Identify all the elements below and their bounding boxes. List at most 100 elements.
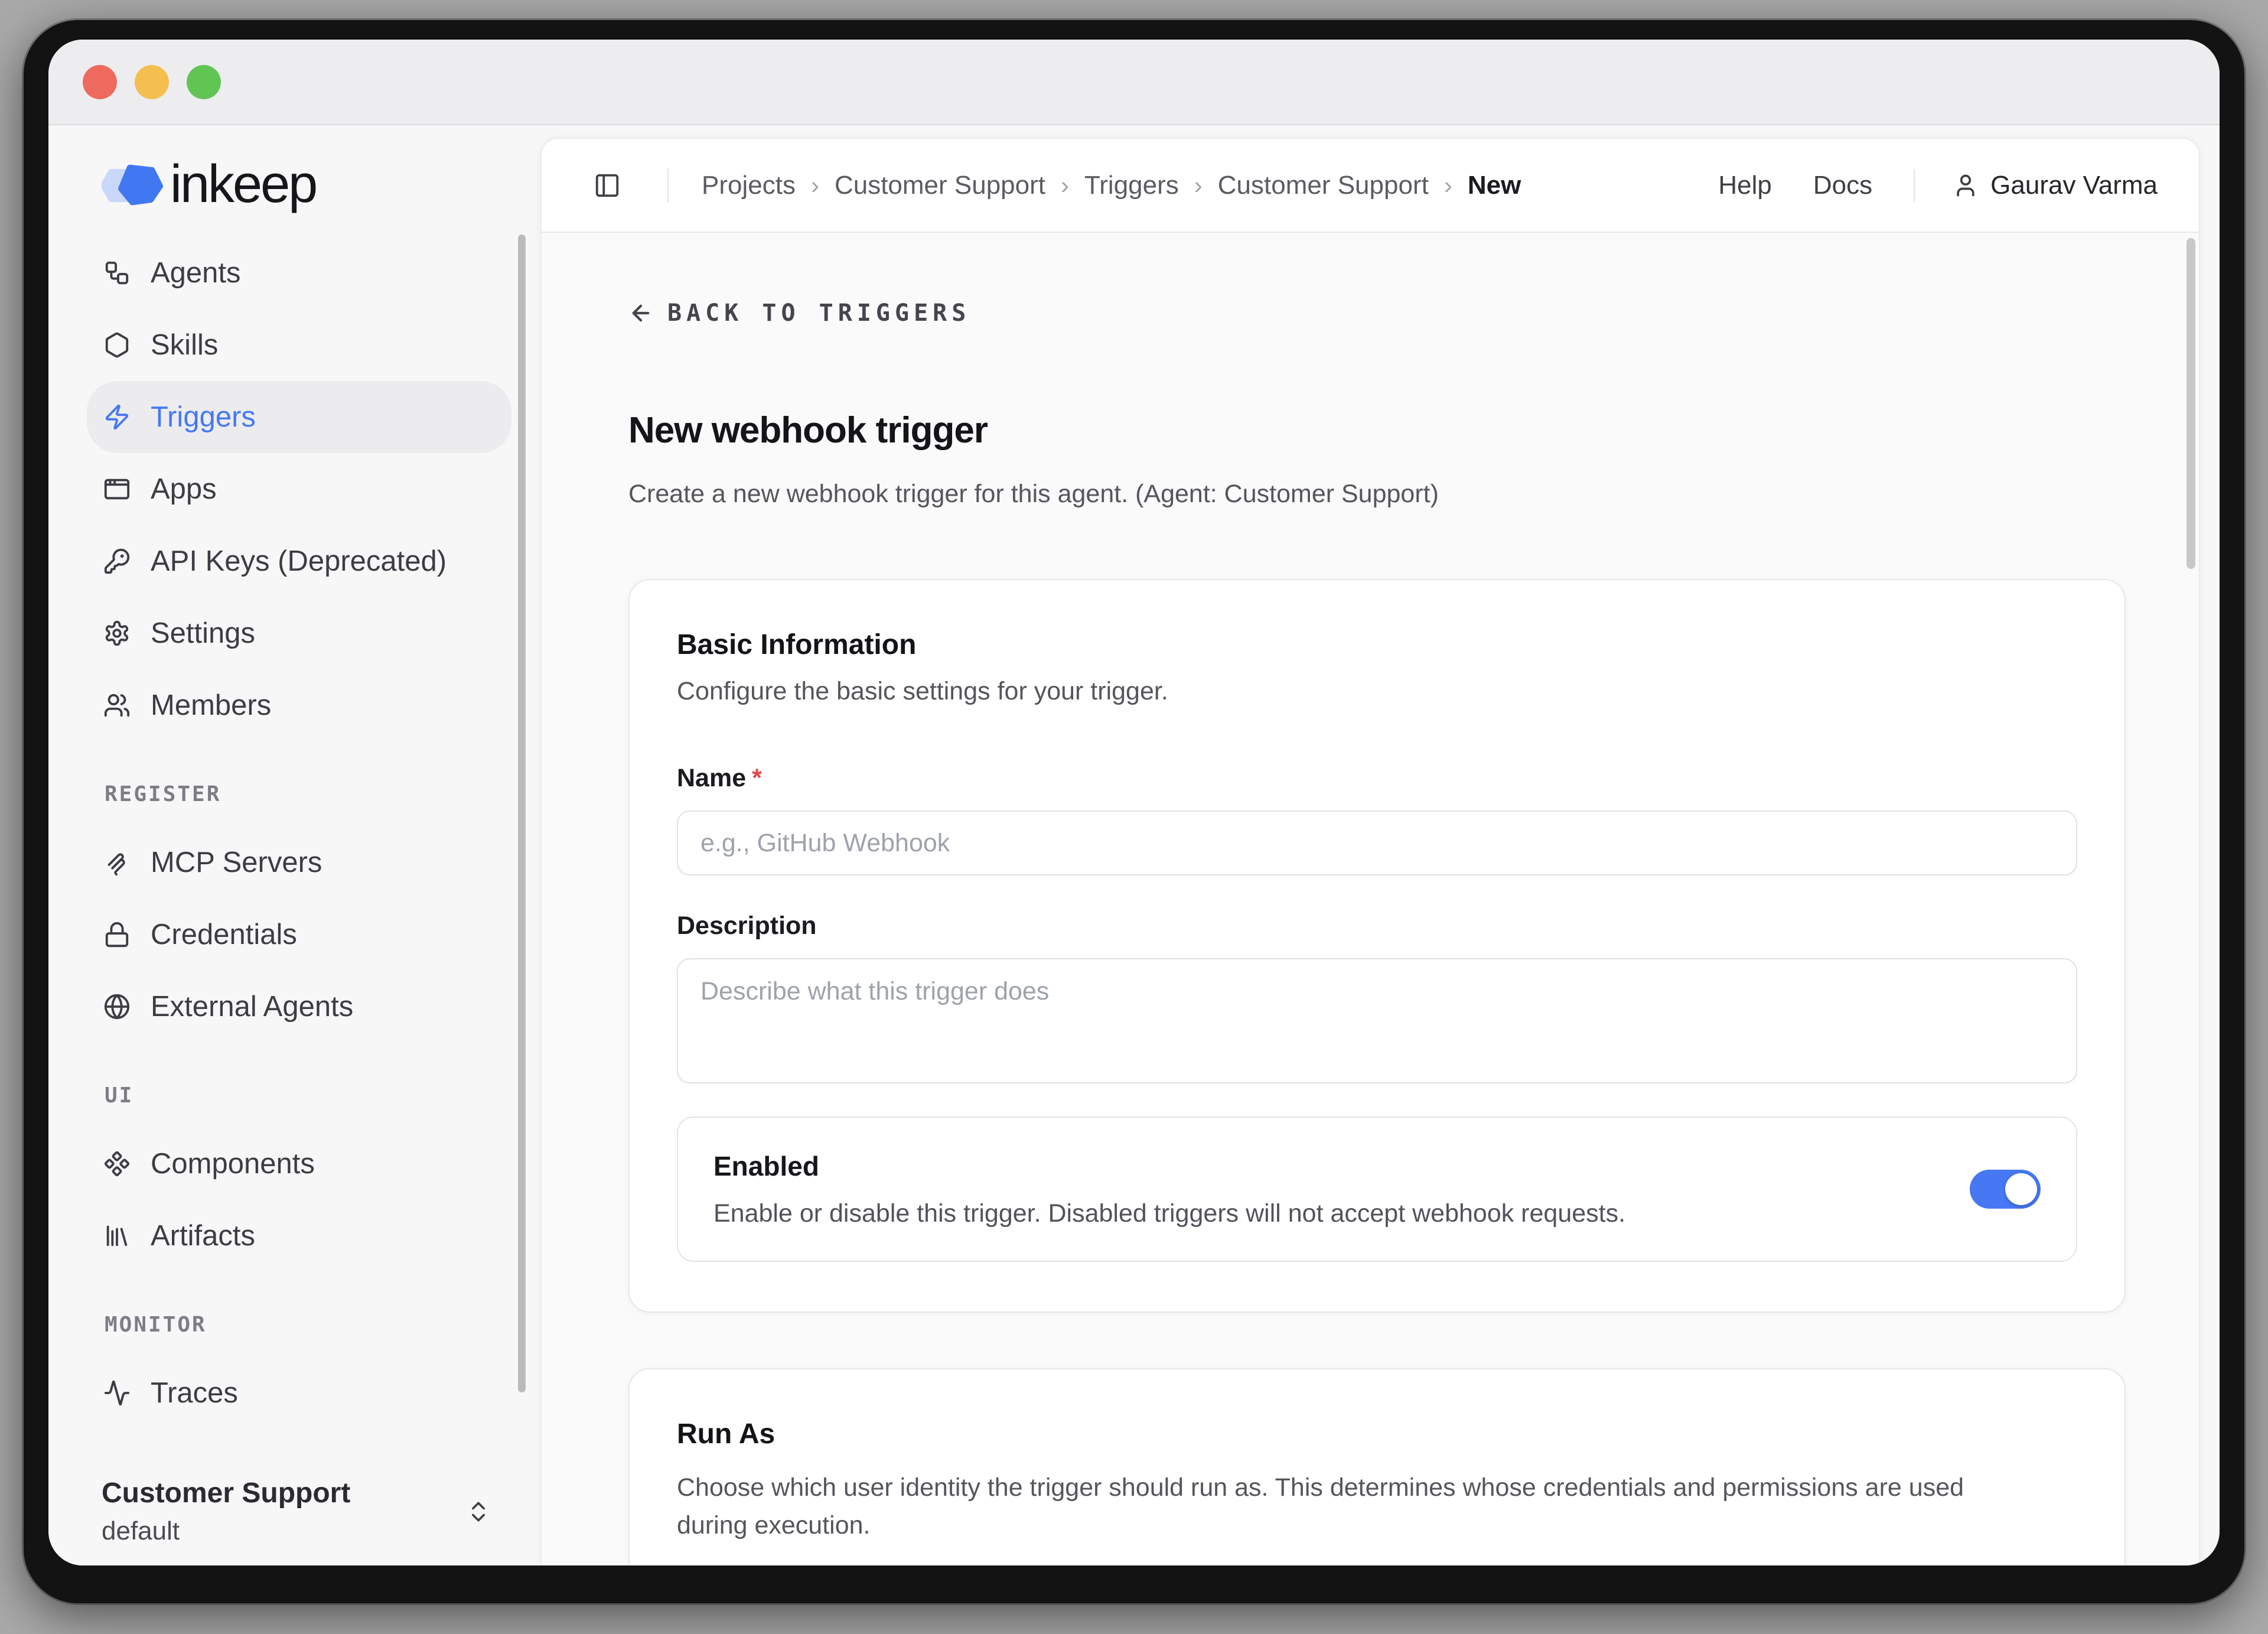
basic-information-card: Basic Information Configure the basic se…: [628, 579, 2126, 1313]
user-name: Gaurav Varma: [1990, 171, 2158, 200]
inkeep-logo[interactable]: inkeep: [102, 162, 316, 207]
sidebar-item-artifacts[interactable]: Artifacts: [87, 1200, 511, 1272]
library-icon: [103, 1222, 131, 1249]
sidebar-item-skills[interactable]: Skills: [87, 309, 511, 381]
back-label: BACK TO TRIGGERS: [667, 299, 970, 327]
page-title: New webhook trigger: [628, 409, 2126, 453]
sidebar-nav: Agents Skills Triggers: [48, 237, 540, 1429]
workflow-icon: [103, 259, 131, 287]
run-as-desc: Choose which user identity the trigger s…: [677, 1469, 2029, 1544]
sidebar-item-members[interactable]: Members: [87, 669, 511, 741]
app-area: inkeep Agents Skills: [48, 125, 2220, 1565]
sidebar-item-mcp-servers[interactable]: MCP Servers: [87, 826, 511, 899]
project-switcher[interactable]: Customer Support default: [102, 1476, 491, 1548]
breadcrumb-projects[interactable]: Projects: [702, 171, 796, 200]
enabled-text-block: Enabled Enable or disable this trigger. …: [713, 1150, 1934, 1229]
sidebar-item-traces[interactable]: Traces: [87, 1357, 511, 1429]
sidebar-item-api-keys[interactable]: API Keys (Deprecated): [87, 525, 511, 597]
component-icon: [103, 1150, 131, 1177]
sidebar-item-label: Members: [151, 689, 271, 722]
sidebar-item-credentials[interactable]: Credentials: [87, 899, 511, 971]
sidebar-item-components[interactable]: Components: [87, 1128, 511, 1200]
name-input[interactable]: [677, 811, 2077, 875]
panel-left-icon[interactable]: [594, 172, 621, 199]
sidebar-item-label: Skills: [151, 328, 218, 362]
sidebar-item-settings[interactable]: Settings: [87, 597, 511, 669]
sidebar-item-triggers[interactable]: Triggers: [87, 381, 511, 453]
back-to-triggers-link[interactable]: BACK TO TRIGGERS: [628, 299, 970, 327]
sidebar-item-label: Apps: [151, 473, 217, 506]
logo-wordmark: inkeep: [170, 162, 316, 207]
docs-link[interactable]: Docs: [1813, 171, 1872, 200]
project-switcher-labels: Customer Support default: [102, 1476, 350, 1548]
content-scrollbar[interactable]: [2186, 238, 2195, 569]
mcp-icon: [103, 849, 131, 876]
description-label: Description: [677, 911, 2077, 940]
panel-content: BACK TO TRIGGERS New webhook trigger Cre…: [542, 233, 2199, 1565]
name-label: Name *: [677, 763, 2077, 793]
sidebar-section-register: REGISTER: [105, 782, 540, 808]
toggle-knob: [2005, 1173, 2037, 1205]
sidebar-item-label: Credentials: [151, 918, 297, 951]
sidebar-item-external-agents[interactable]: External Agents: [87, 971, 511, 1043]
header-divider: [667, 168, 669, 203]
breadcrumb-separator: ›: [1444, 171, 1452, 200]
basic-information-desc: Configure the basic settings for your tr…: [677, 676, 2077, 707]
sidebar: inkeep Agents Skills: [48, 125, 540, 1565]
sidebar-item-label: Triggers: [151, 401, 256, 434]
window-screen: inkeep Agents Skills: [48, 40, 2220, 1565]
lock-icon: [103, 921, 131, 948]
globe-icon: [103, 993, 131, 1020]
close-window-button[interactable]: [83, 65, 117, 99]
breadcrumb-separator: ›: [1194, 171, 1203, 200]
enabled-toggle[interactable]: [1970, 1170, 2041, 1209]
sidebar-section-monitor: MONITOR: [105, 1312, 540, 1338]
header-user-divider: [1914, 169, 1915, 202]
breadcrumb-current: New: [1468, 171, 1521, 200]
breadcrumb-triggers[interactable]: Triggers: [1084, 171, 1179, 200]
sidebar-item-label: External Agents: [151, 990, 353, 1023]
sidebar-item-label: API Keys (Deprecated): [151, 545, 447, 578]
titlebar: [48, 40, 2220, 125]
app-window-icon: [103, 476, 131, 503]
users-icon: [103, 692, 131, 719]
sidebar-item-label: Artifacts: [151, 1219, 255, 1252]
project-name: Customer Support: [102, 1476, 350, 1511]
breadcrumb-customer-support[interactable]: Customer Support: [835, 171, 1045, 200]
gear-icon: [103, 620, 131, 647]
breadcrumb-separator: ›: [1061, 171, 1069, 200]
panel-header: Projects › Customer Support › Triggers ›…: [542, 139, 2199, 233]
run-as-title: Run As: [677, 1418, 2077, 1451]
sidebar-item-label: Settings: [151, 617, 255, 650]
basic-information-title: Basic Information: [677, 629, 2077, 662]
zap-icon: [103, 403, 131, 431]
window-frame: inkeep Agents Skills: [24, 20, 2244, 1603]
zoom-window-button[interactable]: [187, 65, 221, 99]
breadcrumb: Projects › Customer Support › Triggers ›…: [702, 171, 1521, 200]
run-as-card: Run As Choose which user identity the tr…: [628, 1368, 2126, 1565]
key-icon: [103, 548, 131, 575]
minimize-window-button[interactable]: [135, 65, 169, 99]
user-icon: [1953, 172, 1979, 198]
sidebar-item-label: Traces: [151, 1376, 238, 1410]
main-panel: Projects › Customer Support › Triggers ›…: [540, 138, 2200, 1565]
description-textarea[interactable]: [677, 958, 2077, 1083]
sidebar-scrollbar[interactable]: [518, 235, 526, 1392]
page-subtitle: Create a new webhook trigger for this ag…: [628, 479, 2126, 509]
user-menu[interactable]: Gaurav Varma: [1953, 171, 2158, 200]
project-variant: default: [102, 1515, 350, 1548]
sidebar-item-label: Agents: [151, 256, 241, 289]
sidebar-item-label: MCP Servers: [151, 846, 322, 879]
chevrons-up-down-icon: [465, 1499, 491, 1525]
activity-icon: [103, 1379, 131, 1407]
enabled-desc: Enable or disable this trigger. Disabled…: [713, 1198, 1934, 1229]
arrow-left-icon: [628, 301, 653, 326]
sidebar-item-label: Components: [151, 1147, 315, 1180]
sidebar-section-ui: UI: [105, 1083, 540, 1109]
required-asterisk: *: [752, 763, 762, 793]
breadcrumb-agent[interactable]: Customer Support: [1218, 171, 1429, 200]
help-link[interactable]: Help: [1718, 171, 1772, 200]
sidebar-item-apps[interactable]: Apps: [87, 453, 511, 525]
sidebar-item-agents[interactable]: Agents: [87, 237, 511, 309]
enabled-title: Enabled: [713, 1150, 1934, 1183]
